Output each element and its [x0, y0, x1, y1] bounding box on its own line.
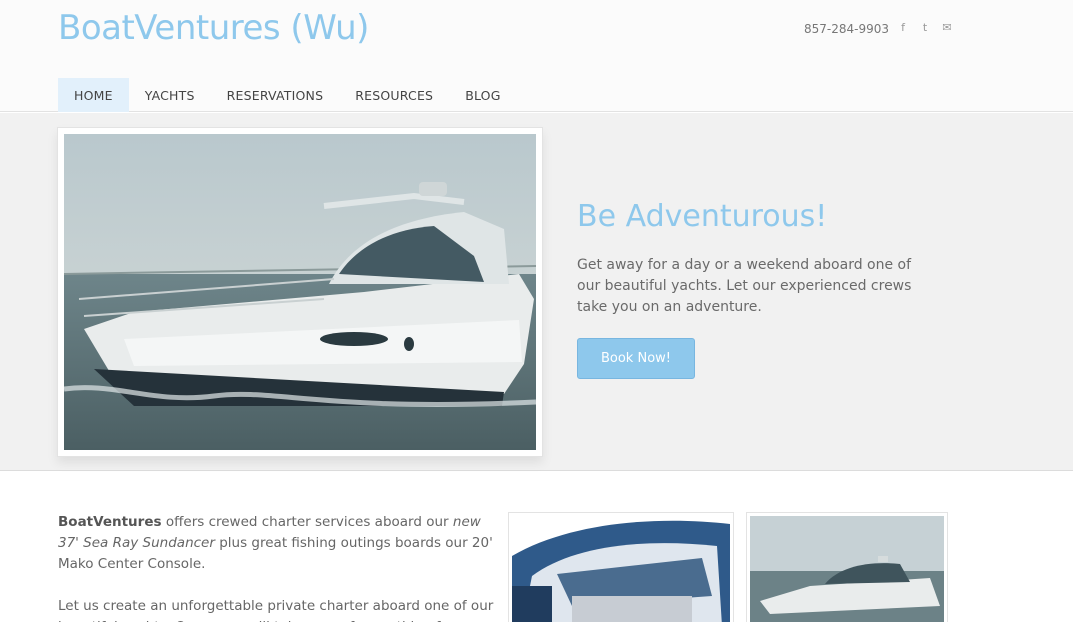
- gallery-photo-cockpit: [512, 516, 730, 622]
- main-nav: HOME YACHTS RESERVATIONS RESOURCES BLOG: [58, 78, 517, 112]
- gallery-thumb-2[interactable]: [746, 512, 948, 622]
- intro-text: BoatVentures offers crewed charter servi…: [58, 512, 498, 622]
- hero-description: Get away for a day or a weekend aboard o…: [577, 257, 912, 315]
- hero-section: Be Adventurous! Get away for a day or a …: [0, 113, 1073, 471]
- intro-paragraph-1: BoatVentures offers crewed charter servi…: [58, 512, 498, 575]
- phone-number: 857-284-9903: [804, 22, 890, 36]
- hero-yacht-photo: [64, 134, 536, 450]
- hero-title: Be Adventurous!: [577, 199, 828, 234]
- nav-item-reservations[interactable]: RESERVATIONS: [211, 78, 340, 112]
- nav-item-yachts[interactable]: YACHTS: [129, 78, 211, 112]
- gallery-photo-yacht: [750, 516, 944, 622]
- intro-text-part: offers crewed charter services aboard ou…: [161, 514, 453, 530]
- intro-paragraph-2: Let us create an unforgettable private c…: [58, 598, 494, 622]
- nav-item-blog[interactable]: BLOG: [449, 78, 516, 112]
- email-icon[interactable]: ✉: [940, 20, 954, 36]
- site-title[interactable]: BoatVentures (Wu): [58, 8, 369, 48]
- social-links: f t ✉: [896, 20, 954, 36]
- intro-section: BoatVentures offers crewed charter servi…: [0, 472, 1073, 622]
- book-now-button[interactable]: Book Now!: [577, 338, 695, 379]
- gallery-thumb-1[interactable]: [508, 512, 734, 622]
- twitter-icon[interactable]: t: [918, 20, 932, 36]
- brand-name: BoatVentures: [58, 514, 162, 530]
- nav-item-resources[interactable]: RESOURCES: [339, 78, 449, 112]
- facebook-icon[interactable]: f: [896, 20, 910, 36]
- hero-image-frame: [57, 127, 543, 457]
- site-header: BoatVentures (Wu) 857-284-9903 f t ✉ HOM…: [0, 0, 1073, 112]
- nav-item-home[interactable]: HOME: [58, 78, 129, 112]
